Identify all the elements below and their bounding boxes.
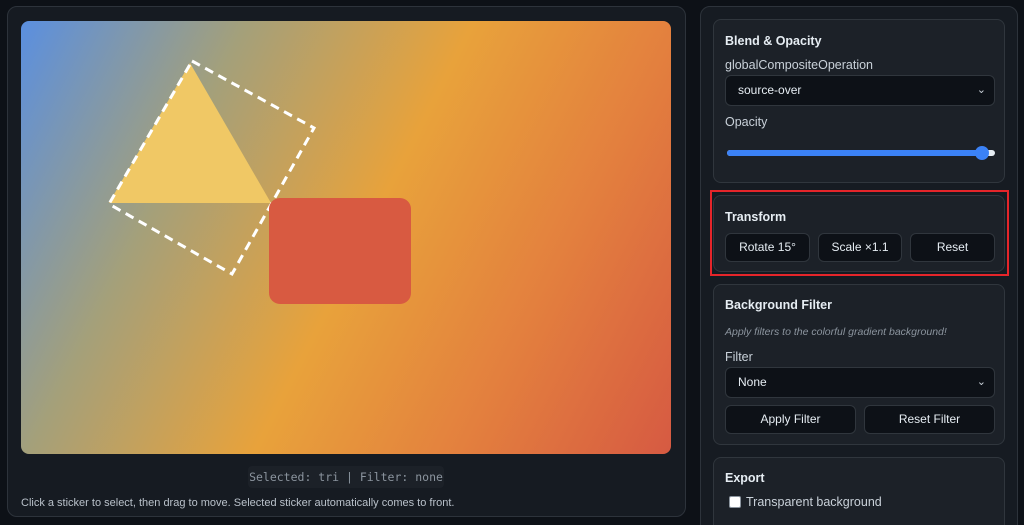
- opacity-slider[interactable]: [727, 146, 995, 160]
- composite-op-select[interactable]: source-over ⌄: [725, 75, 995, 106]
- background-filter-card: Background Filter Apply filters to the c…: [713, 284, 1005, 445]
- controls-sidebar: Blend & Opacity globalCompositeOperation…: [700, 6, 1018, 525]
- opacity-label: Opacity: [725, 115, 768, 129]
- opacity-slider-thumb[interactable]: [974, 146, 989, 160]
- opacity-slider-fill: [727, 150, 982, 156]
- background-filter-description: Apply filters to the colorful gradient b…: [725, 326, 947, 338]
- selection-status: Selected: tri | Filter: none: [248, 466, 444, 488]
- filter-label: Filter: [725, 350, 753, 364]
- sticker-triangle[interactable]: [109, 63, 271, 203]
- chevron-down-icon: ⌄: [976, 376, 986, 388]
- composite-op-value: source-over: [738, 83, 802, 97]
- scale-button[interactable]: Scale ×1.1: [818, 233, 902, 262]
- transparent-bg-checkbox[interactable]: [729, 496, 741, 508]
- background-filter-title: Background Filter: [725, 298, 832, 312]
- export-card: Export Transparent background: [713, 457, 1005, 525]
- reset-transform-button[interactable]: Reset: [910, 233, 995, 262]
- transform-card: Transform Rotate 15° Scale ×1.1 Reset: [713, 195, 1005, 272]
- sticker-rectangle[interactable]: [269, 198, 411, 304]
- rotate-button[interactable]: Rotate 15°: [725, 233, 810, 262]
- sticker-canvas[interactable]: [21, 21, 671, 454]
- filter-value: None: [738, 375, 767, 389]
- usage-hint: Click a sticker to select, then drag to …: [21, 497, 455, 509]
- transform-title: Transform: [725, 210, 787, 224]
- sticker-layer: [106, 58, 411, 304]
- app-root: Selected: tri | Filter: none Click a sti…: [0, 0, 1024, 525]
- blend-opacity-card: Blend & Opacity globalCompositeOperation…: [713, 19, 1005, 183]
- composite-op-label: globalCompositeOperation: [725, 58, 874, 72]
- filter-select[interactable]: None ⌄: [725, 367, 995, 398]
- export-title: Export: [725, 471, 765, 485]
- blend-opacity-title: Blend & Opacity: [725, 34, 822, 48]
- transparent-bg-label: Transparent background: [746, 495, 882, 509]
- reset-filter-button[interactable]: Reset Filter: [864, 405, 995, 434]
- apply-filter-button[interactable]: Apply Filter: [725, 405, 856, 434]
- canvas-panel: Selected: tri | Filter: none Click a sti…: [7, 6, 686, 517]
- chevron-down-icon: ⌄: [976, 84, 986, 96]
